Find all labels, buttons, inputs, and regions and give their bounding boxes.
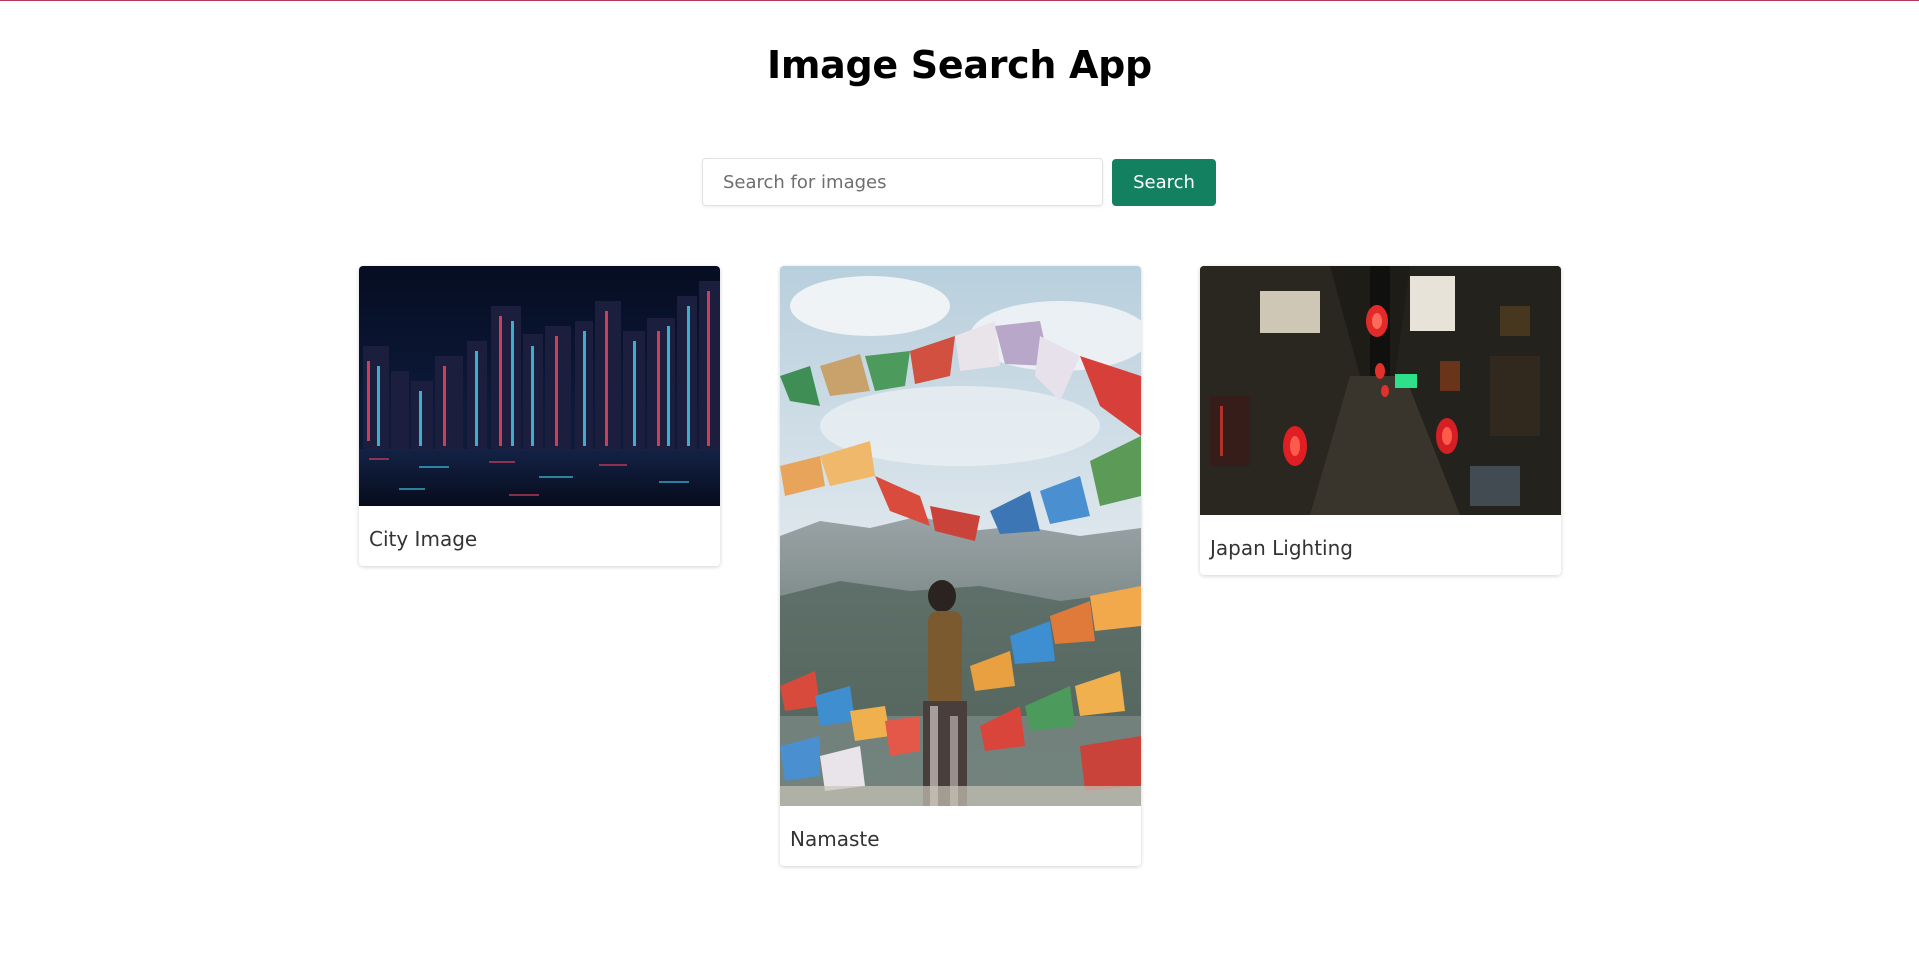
result-caption[interactable]: Namaste	[780, 806, 1141, 866]
result-image-city[interactable]	[359, 266, 720, 506]
search-input[interactable]	[702, 158, 1103, 206]
search-button[interactable]: Search	[1112, 159, 1216, 206]
result-card: Namaste	[780, 266, 1141, 866]
result-image-namaste[interactable]	[780, 266, 1141, 806]
search-form: Search	[702, 158, 1216, 206]
result-image-japan[interactable]	[1200, 266, 1561, 515]
result-caption[interactable]: City Image	[359, 506, 720, 566]
result-card: Japan Lighting	[1200, 266, 1561, 575]
page-title: Image Search App	[767, 43, 1152, 87]
result-caption[interactable]: Japan Lighting	[1200, 515, 1561, 575]
result-card: City Image	[359, 266, 720, 566]
